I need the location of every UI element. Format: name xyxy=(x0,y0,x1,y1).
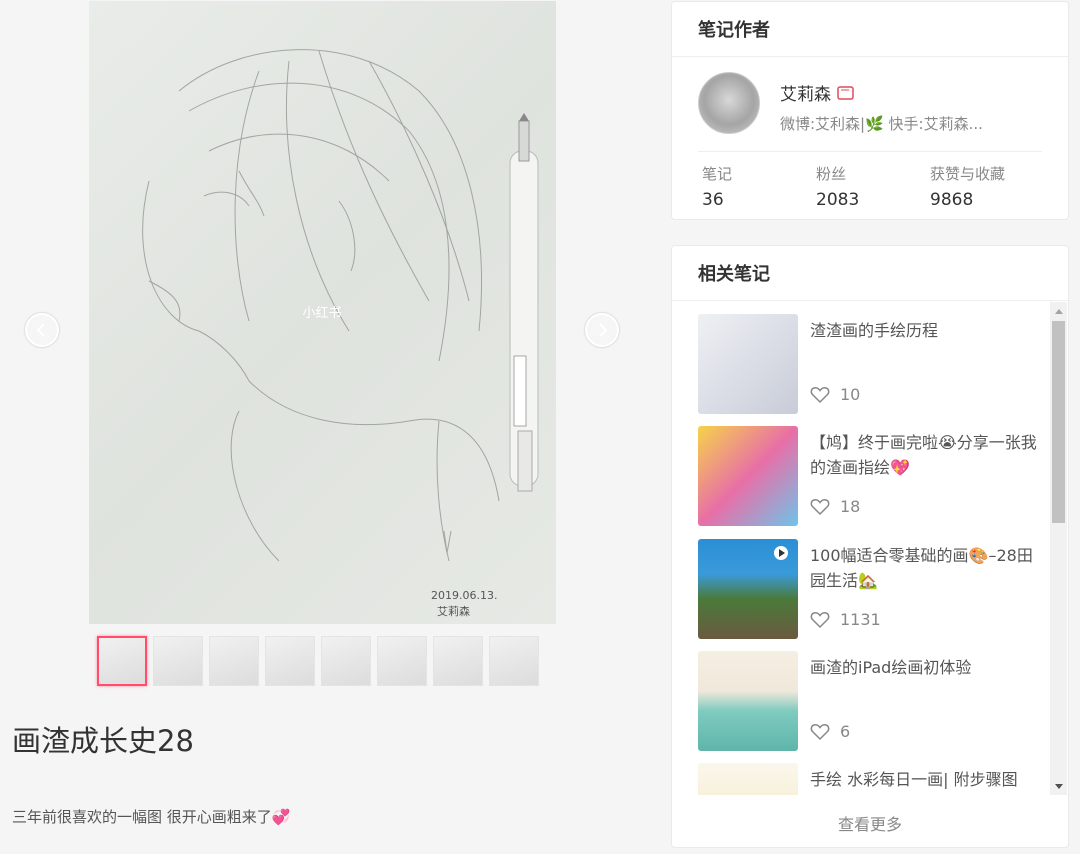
previous-image-button[interactable] xyxy=(25,313,59,347)
thumbnail-3[interactable] xyxy=(209,636,259,686)
heart-icon xyxy=(810,386,830,403)
note-title: 画渣成长史28 xyxy=(12,724,194,758)
related-notes-list[interactable]: 渣渣画的手绘历程 10 【鸠】终于画完啦😭分享一张我的渣画指绘💖 18 100幅… xyxy=(672,302,1050,795)
author-name-row[interactable]: 艾莉森 xyxy=(780,80,983,105)
chevron-right-icon xyxy=(599,323,608,337)
author-bio: 微博:艾利森|🌿 快手:艾莉森... xyxy=(780,115,983,133)
related-note-thumbnail[interactable] xyxy=(698,763,798,795)
stat-value: 9868 xyxy=(930,190,974,210)
drawing-date: 2019.06.13. xyxy=(431,589,497,602)
related-note-thumbnail[interactable] xyxy=(698,539,798,639)
note-content: 小红书 2019.06.13. 艾莉森 画渣成长史28 三年前很喜欢的一幅图 很… xyxy=(0,0,645,854)
thumbnail-2[interactable] xyxy=(153,636,203,686)
watermark-text: 小红书 xyxy=(302,305,341,321)
red-book-badge-icon xyxy=(837,85,854,100)
thumbnail-4[interactable] xyxy=(265,636,315,686)
author-profile[interactable]: 艾莉森 微博:艾利森|🌿 快手:艾莉森... xyxy=(698,72,983,134)
related-note-title[interactable]: 手绘 水彩每日一画| 附步骤图 xyxy=(810,767,1048,792)
like-count[interactable]: 10 xyxy=(810,385,860,404)
stat-label: 笔记 xyxy=(702,165,733,183)
drawing-signature: 艾莉森 xyxy=(437,604,470,618)
thumbnail-1[interactable] xyxy=(97,636,147,686)
pencil-sketch-illustration: 小红书 2019.06.13. 艾莉森 xyxy=(142,49,539,618)
related-note-title[interactable]: 【鸠】终于画完啦😭分享一张我的渣画指绘💖 xyxy=(810,430,1048,480)
scrollbar-thumb[interactable] xyxy=(1052,321,1065,523)
related-note-thumbnail[interactable] xyxy=(698,426,798,526)
caret-down-icon xyxy=(1054,783,1063,789)
note-description: 三年前很喜欢的一幅图 很开心画粗来了💞 xyxy=(12,808,291,826)
like-count[interactable]: 6 xyxy=(810,722,850,741)
author-info: 艾莉森 微博:艾利森|🌿 快手:艾莉森... xyxy=(780,80,983,134)
like-count-value: 18 xyxy=(840,497,861,516)
stat-value: 2083 xyxy=(816,190,860,210)
like-count[interactable]: 1131 xyxy=(810,610,881,629)
like-count-value: 10 xyxy=(840,385,861,404)
video-play-icon xyxy=(774,546,788,560)
list-item[interactable]: 画渣的iPad绘画初体验 6 xyxy=(698,651,1048,752)
thumbnail-6[interactable] xyxy=(377,636,427,686)
author-name[interactable]: 艾莉森 xyxy=(780,80,831,105)
thumbnail-7[interactable] xyxy=(433,636,483,686)
scroll-down-button[interactable] xyxy=(1050,778,1067,795)
stat-value: 36 xyxy=(702,190,724,210)
related-note-thumbnail[interactable] xyxy=(698,651,798,751)
note-page: 小红书 2019.06.13. 艾莉森 画渣成长史28 三年前很喜欢的一幅图 很… xyxy=(0,0,1080,854)
author-card: 笔记作者 艾莉森 微博:艾利森|🌿 快手:艾莉森... 笔记 36 粉丝 208… xyxy=(671,1,1069,220)
list-item[interactable]: 渣渣画的手绘历程 10 xyxy=(698,314,1048,415)
thumbnail-5[interactable] xyxy=(321,636,371,686)
stat-notes: 笔记 36 xyxy=(702,163,732,210)
list-item[interactable]: 手绘 水彩每日一画| 附步骤图 xyxy=(698,763,1048,795)
pencil-drawing xyxy=(509,113,539,492)
related-note-thumbnail[interactable] xyxy=(698,314,798,414)
view-more-link[interactable]: 查看更多 xyxy=(672,811,1068,835)
heart-icon xyxy=(810,723,830,740)
related-note-title[interactable]: 渣渣画的手绘历程 xyxy=(810,318,1048,343)
avatar[interactable] xyxy=(698,72,760,134)
note-main-image[interactable]: 小红书 2019.06.13. 艾莉森 xyxy=(89,1,556,624)
author-card-header: 笔记作者 xyxy=(672,2,1068,57)
chevron-left-icon xyxy=(36,323,45,337)
stat-likes-collects: 获赞与收藏 9868 xyxy=(930,163,1005,210)
like-count-value: 1131 xyxy=(840,610,881,629)
scrollbar[interactable] xyxy=(1050,302,1067,795)
next-image-button[interactable] xyxy=(585,313,619,347)
like-count[interactable]: 18 xyxy=(810,497,860,516)
stat-followers: 粉丝 2083 xyxy=(816,163,859,210)
divider xyxy=(698,151,1042,152)
list-item[interactable]: 【鸠】终于画完啦😭分享一张我的渣画指绘💖 18 xyxy=(698,426,1048,527)
scroll-up-button[interactable] xyxy=(1050,302,1067,319)
like-count-value: 6 xyxy=(840,722,851,741)
image-thumbnail-strip xyxy=(97,636,539,686)
related-note-title[interactable]: 画渣的iPad绘画初体验 xyxy=(810,655,1048,680)
stat-label: 粉丝 xyxy=(816,165,847,183)
thumbnail-8[interactable] xyxy=(489,636,539,686)
related-notes-card: 相关笔记 渣渣画的手绘历程 10 【鸠】终于画完啦😭分享一张我的渣画指绘💖 18 xyxy=(671,245,1069,848)
heart-icon xyxy=(810,498,830,515)
stat-label: 获赞与收藏 xyxy=(930,165,1006,183)
caret-up-icon xyxy=(1054,308,1063,314)
list-item[interactable]: 100幅适合零基础的画🎨–28田园生活🏡 1131 xyxy=(698,539,1048,640)
related-note-title[interactable]: 100幅适合零基础的画🎨–28田园生活🏡 xyxy=(810,543,1048,593)
heart-icon xyxy=(810,611,830,628)
related-notes-header: 相关笔记 xyxy=(672,246,1068,301)
